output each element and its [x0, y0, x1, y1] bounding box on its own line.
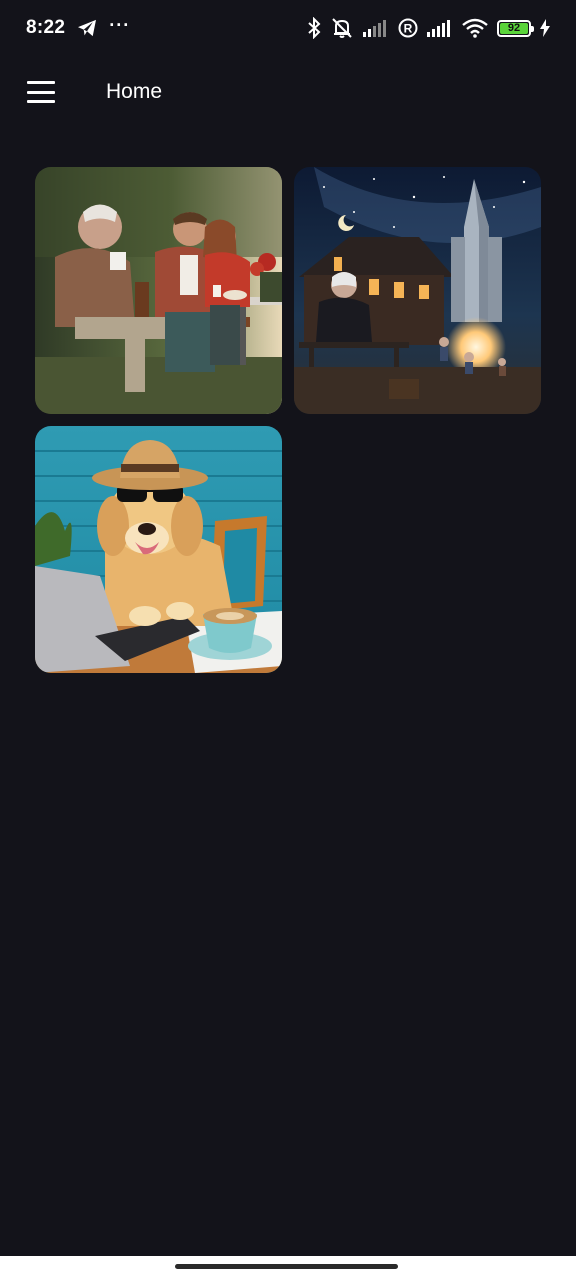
gallery-image-park-coffee[interactable] [35, 167, 282, 414]
mute-vibrate-icon [330, 17, 354, 39]
gallery-image-rocket-night[interactable] [294, 167, 541, 414]
status-time: 8:22 [26, 17, 66, 38]
battery-icon: 92 [497, 19, 534, 37]
status-bar-right: R 92 [307, 17, 550, 39]
status-bar: 8:22 ··· R 92 [0, 0, 576, 56]
more-notifications-icon: ··· [109, 14, 131, 35]
signal-icon [363, 19, 389, 37]
telegram-icon [77, 19, 97, 37]
app-bar: Home [0, 56, 576, 128]
wifi-icon [462, 18, 488, 38]
page-title: Home [106, 80, 163, 103]
charging-icon [540, 19, 550, 37]
battery-level: 92 [507, 22, 521, 34]
hamburger-menu-icon[interactable] [27, 81, 55, 103]
signal-icon-2 [427, 19, 453, 37]
gallery-image-dog-laptop[interactable] [35, 426, 282, 673]
image-gallery [35, 167, 541, 673]
home-indicator[interactable] [175, 1264, 398, 1269]
status-bar-left: 8:22 ··· [26, 14, 131, 39]
bluetooth-icon [307, 17, 321, 39]
registered-icon: R [398, 18, 418, 38]
navigation-bar [0, 1256, 576, 1280]
svg-text:R: R [404, 22, 413, 36]
